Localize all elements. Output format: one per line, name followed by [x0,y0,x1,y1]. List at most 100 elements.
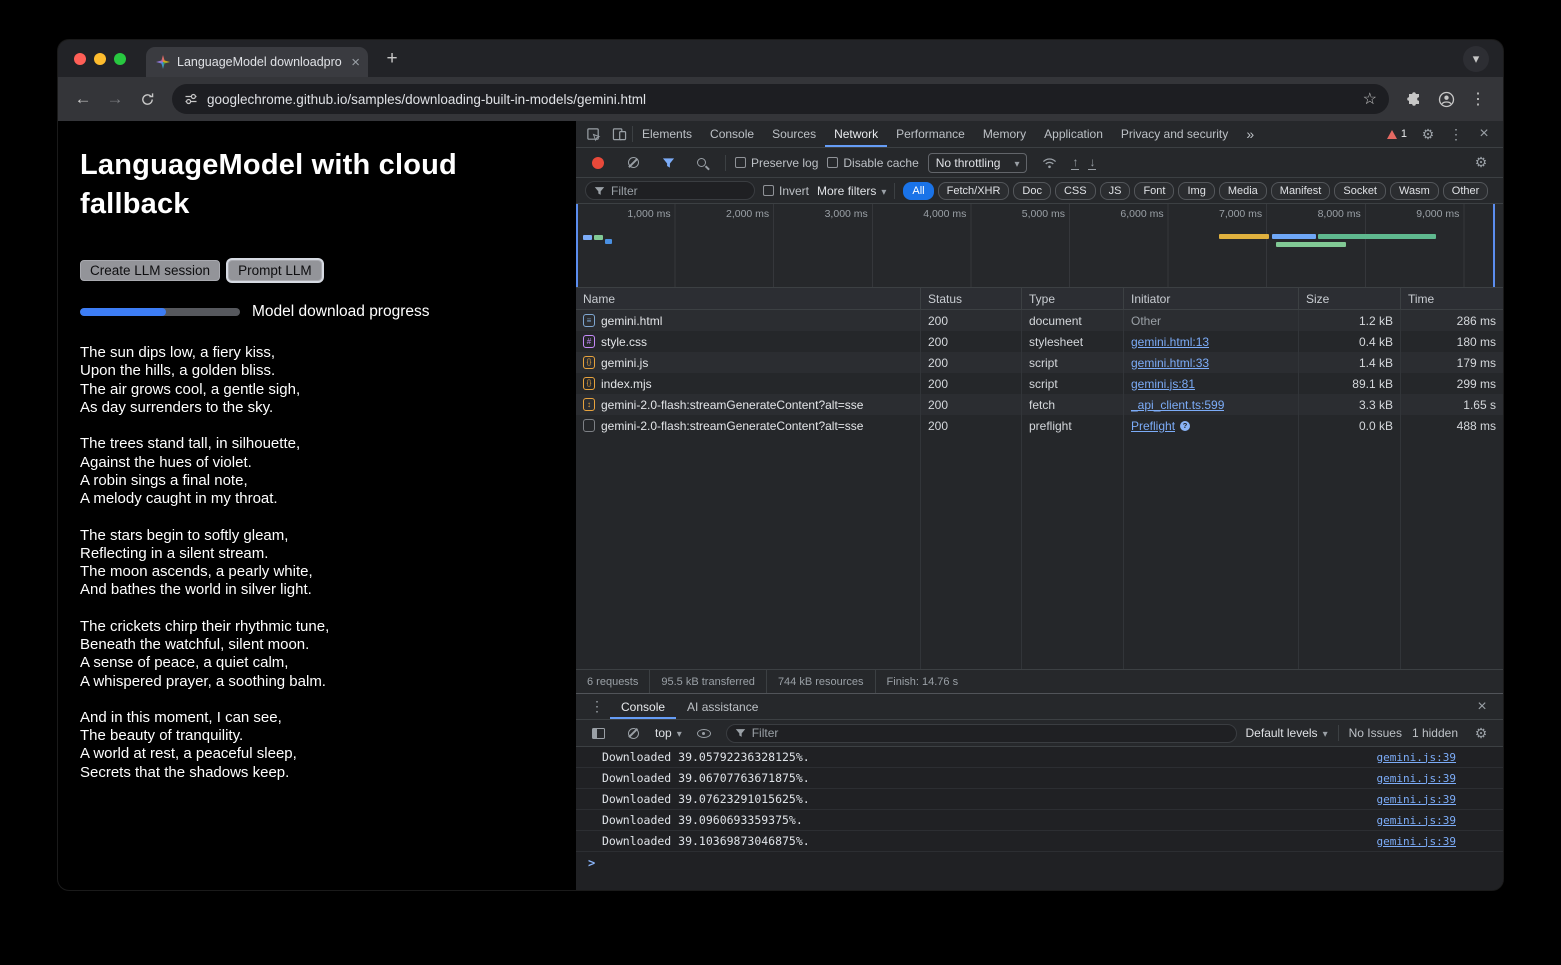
table-row[interactable]: gemini-2.0-flash:streamGenerateContent?a… [576,415,1503,436]
network-conditions-button[interactable] [1036,152,1062,174]
devtools-tab-elements[interactable]: Elements [633,121,701,147]
message-source-link[interactable]: gemini.js:39 [1377,751,1456,764]
filter-chip-manifest[interactable]: Manifest [1271,182,1331,200]
message-source-link[interactable]: gemini.js:39 [1377,793,1456,806]
filter-chip-other[interactable]: Other [1443,182,1489,200]
record-network-log-button[interactable] [585,152,611,174]
devtools-tab-application[interactable]: Application [1035,121,1112,147]
address-bar[interactable]: googlechrome.github.io/samples/downloadi… [172,84,1389,114]
drawer-tab-console[interactable]: Console [610,694,676,719]
console-filter-input[interactable]: Filter [726,724,1237,743]
table-row[interactable]: gemini.js 200 script gemini.html:33 1.4 … [576,352,1503,373]
bookmark-star-icon[interactable] [1363,89,1377,109]
minimize-window-button[interactable] [94,53,106,65]
log-levels-select[interactable]: Default levels [1246,726,1328,740]
filter-chip-all[interactable]: All [903,182,933,200]
drawer-tab-ai-assistance[interactable]: AI assistance [676,694,769,719]
devtools-tab-network[interactable]: Network [825,121,887,147]
device-toolbar-button[interactable] [606,123,632,145]
zoom-window-button[interactable] [114,53,126,65]
message-source-link[interactable]: gemini.js:39 [1377,814,1456,827]
inspect-element-button[interactable] [580,123,606,145]
console-settings-button[interactable] [1468,722,1494,744]
issues-status[interactable]: No Issues [1349,726,1402,740]
column-header-initiator[interactable]: Initiator [1124,288,1299,309]
tab-search-button[interactable] [1463,46,1489,72]
tab-close-icon[interactable] [351,54,360,71]
export-har-button[interactable] [1088,156,1096,170]
more-filters-select[interactable]: More filters [817,184,886,198]
message-source-link[interactable]: gemini.js:39 [1377,772,1456,785]
more-tabs-button[interactable] [1237,123,1263,145]
execution-context-select[interactable]: top [655,726,682,740]
reload-button[interactable] [132,84,162,114]
message-source-link[interactable]: gemini.js:39 [1377,835,1456,848]
prompt-llm-button[interactable]: Prompt LLM [228,260,322,281]
console-prompt[interactable]: > [576,852,1503,873]
info-icon[interactable] [1180,421,1190,431]
devtools-tab-privacy-and-security[interactable]: Privacy and security [1112,121,1237,147]
network-overview-strip[interactable]: 1,000 ms 2,000 ms 3,000 ms 4,000 ms 5,00… [576,204,1503,288]
import-har-button[interactable] [1071,156,1079,170]
filter-chip-fetch-xhr[interactable]: Fetch/XHR [938,182,1010,200]
filter-chip-img[interactable]: Img [1178,182,1214,200]
initiator-link[interactable]: gemini.js:81 [1131,377,1195,391]
drawer-close-button[interactable] [1469,696,1495,718]
issues-badge[interactable]: 1 [1381,128,1413,140]
filter-chip-font[interactable]: Font [1134,182,1174,200]
close-window-button[interactable] [74,53,86,65]
create-llm-session-button[interactable]: Create LLM session [80,260,220,281]
column-header-time[interactable]: Time [1401,288,1503,309]
clear-network-log-button[interactable] [620,152,646,174]
table-row[interactable]: style.css 200 stylesheet gemini.html:13 … [576,331,1503,352]
filter-chip-media[interactable]: Media [1219,182,1267,200]
disable-cache-checkbox[interactable]: Disable cache [827,156,918,170]
network-filter-input[interactable]: Filter [585,181,755,200]
devtools-tab-console[interactable]: Console [701,121,763,147]
table-row[interactable]: gemini.html 200 document Other 1.2 kB 28… [576,310,1503,331]
initiator-link[interactable]: gemini.html:13 [1131,335,1209,349]
filter-chip-css[interactable]: CSS [1055,182,1096,200]
initiator-link[interactable]: Preflight [1131,419,1175,433]
overview-selection-left-handle[interactable] [576,204,578,287]
site-info-icon[interactable] [184,92,198,106]
column-header-name[interactable]: Name [576,288,921,309]
devtools-tab-sources[interactable]: Sources [763,121,825,147]
filter-chip-socket[interactable]: Socket [1334,182,1386,200]
column-header-size[interactable]: Size [1299,288,1401,309]
filter-chip-doc[interactable]: Doc [1013,182,1051,200]
hidden-messages-count[interactable]: 1 hidden [1412,726,1458,740]
search-network-button[interactable] [690,152,716,174]
column-header-type[interactable]: Type [1022,288,1124,309]
new-tab-button[interactable] [378,45,406,73]
devtools-close-button[interactable] [1471,123,1497,145]
filter-chip-wasm[interactable]: Wasm [1390,182,1439,200]
back-button[interactable] [68,84,98,114]
network-settings-button[interactable] [1468,152,1494,174]
clear-console-button[interactable] [620,722,646,744]
filter-chip-js[interactable]: JS [1100,182,1131,200]
invert-checkbox[interactable]: Invert [763,184,809,198]
table-row[interactable]: gemini-2.0-flash:streamGenerateContent?a… [576,394,1503,415]
browser-menu-button[interactable] [1463,84,1493,114]
table-row[interactable]: index.mjs 200 script gemini.js:81 89.1 k… [576,373,1503,394]
initiator-link[interactable]: gemini.html:33 [1131,356,1209,370]
initiator-link[interactable]: _api_client.ts:599 [1131,398,1224,412]
extensions-button[interactable] [1399,84,1429,114]
overview-selection-right-handle[interactable] [1493,204,1495,287]
forward-button[interactable] [100,84,130,114]
filter-toggle-button[interactable] [655,152,681,174]
devtools-menu-button[interactable] [1443,123,1469,145]
column-header-status[interactable]: Status [921,288,1022,309]
drawer-menu-button[interactable] [584,696,610,718]
browser-tab[interactable]: LanguageModel downloadpro [146,47,368,77]
devtools-tab-performance[interactable]: Performance [887,121,974,147]
create-live-expression-button[interactable] [691,722,717,744]
console-sidebar-toggle[interactable] [585,722,611,744]
throttling-select[interactable]: No throttling [928,153,1028,173]
preserve-log-checkbox[interactable]: Preserve log [735,156,818,170]
devtools-tab-memory[interactable]: Memory [974,121,1035,147]
profile-button[interactable] [1431,84,1461,114]
cell-time: 488 ms [1401,415,1503,436]
devtools-settings-button[interactable] [1415,123,1441,145]
